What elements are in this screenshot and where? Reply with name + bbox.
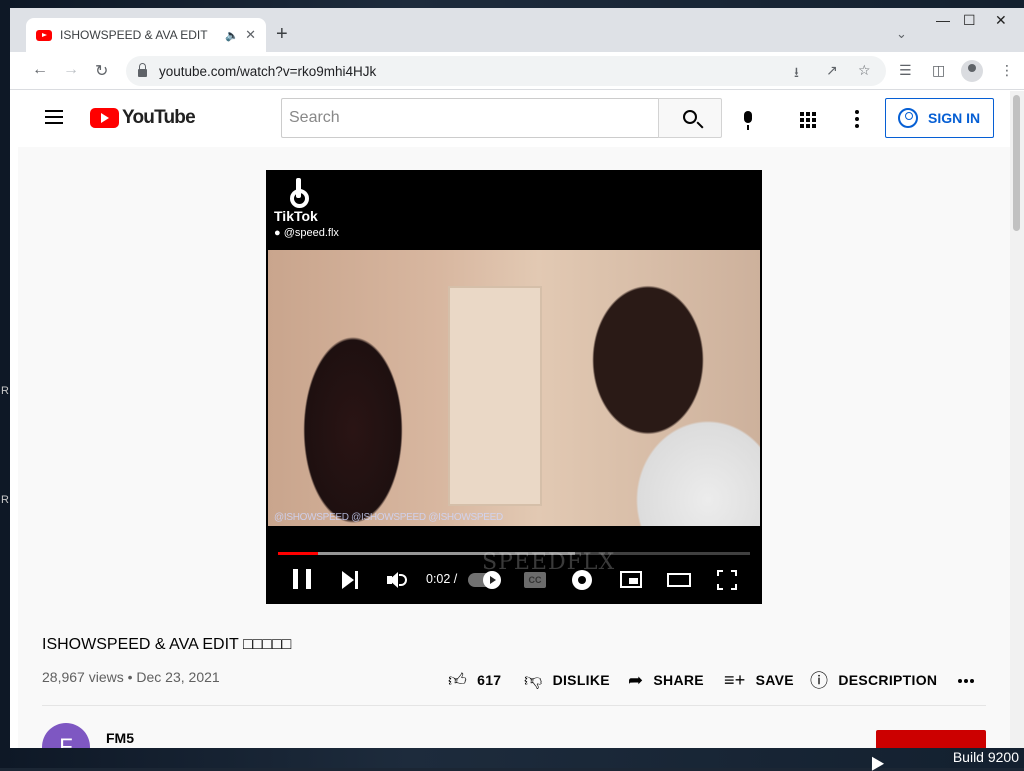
user-icon: ● [274,227,284,239]
progress-loaded [278,552,576,555]
address-bar[interactable]: youtube.com/watch?v=rko9mhi4HJk ⭳ ↗ ☆ [126,56,886,86]
video-caption-strip: @ISHOWSPEED @ISHOWSPEED @ISHOWSPEED [274,512,503,523]
side-panel-icon[interactable]: ◫ [932,62,945,79]
view-count-date: 28,967 views • Dec 23, 2021 [42,669,220,685]
like-count: 617 [477,672,502,688]
bookmark-star-icon[interactable]: ☆ [858,62,871,79]
share-page-icon[interactable]: ↗ [826,62,838,79]
reload-icon[interactable]: ↻ [95,61,108,81]
account-circle-icon [898,108,918,128]
tiktok-handle: @speed.flx [283,227,339,239]
pause-icon[interactable] [293,569,311,589]
search-input[interactable] [282,99,658,137]
install-app-icon[interactable]: ⭳ [794,62,799,86]
back-arrow-icon[interactable]: ← [32,61,48,79]
autoplay-play-icon [483,571,501,589]
sign-in-label: SIGN IN [928,110,981,126]
sign-in-button[interactable]: SIGN IN [885,98,994,138]
door-in-video [448,286,542,506]
more-actions-icon[interactable] [958,679,974,683]
channel-avatar[interactable]: F [42,723,90,748]
new-tab-icon[interactable]: + [276,23,288,46]
description-label: DESCRIPTION [838,672,938,688]
settings-kebab-icon[interactable] [855,110,859,128]
video-frame: @ISHOWSPEED @ISHOWSPEED @ISHOWSPEED [268,250,760,526]
voice-search-mic-icon[interactable] [744,111,752,130]
time-display: 0:02 / [426,572,458,586]
maximize-window-icon[interactable]: ☐ [963,12,976,29]
profile-avatar-icon[interactable] [961,60,983,82]
youtube-logo-text: YouTube [122,107,196,128]
progress-played [278,552,319,555]
tab-audio-icon[interactable]: 🔈 [225,29,239,42]
subscribe-button[interactable]: SUBSCRIBE [876,730,986,748]
search-button[interactable] [658,98,722,138]
desktop-text-fragment: R [1,494,9,506]
browser-window: ISHOWSPEED & AVA EDIT 🔈 ✕ + ⌄ — ☐ ✕ ← → … [10,8,1024,748]
playlist-add-icon: ≡+ [724,669,746,690]
tiktok-logo-icon [290,176,318,208]
search-icon [683,110,697,124]
lock-icon[interactable] [138,62,147,77]
close-window-icon[interactable]: ✕ [995,12,1007,29]
browser-tab-active[interactable]: ISHOWSPEED & AVA EDIT 🔈 ✕ [26,18,266,52]
youtube-logo[interactable]: YouTube [90,107,196,129]
youtube-page: YouTube SIGN IN TikTok ● @speed.flx [18,91,1010,748]
minimize-window-icon[interactable]: — [936,12,950,28]
next-video-icon[interactable] [342,571,360,589]
miniplayer-icon[interactable] [620,571,642,588]
save-label: SAVE [755,672,794,688]
tiktok-brand-text: TikTok [274,208,318,224]
autoplay-toggle[interactable] [468,571,501,589]
video-player[interactable]: TikTok ● @speed.flx @ISHOWSPEED @ISHOWSP… [266,170,762,604]
media-controls-icon[interactable]: ☰ [899,62,912,79]
description-button[interactable]: ⓘ DESCRIPTION [810,662,937,698]
dislike-button[interactable]: 👎︎ DISLIKE [524,662,610,698]
thumbs-up-icon: 👍︎ [448,670,468,690]
mouse-cursor-icon [865,753,885,771]
video-title: ISHOWSPEED & AVA EDIT □□□□□ [42,636,292,653]
browser-menu-icon[interactable]: ⋮ [1000,62,1014,79]
channel-name[interactable]: FM5 [106,730,134,746]
search-box[interactable] [281,98,658,138]
settings-gear-icon[interactable] [572,570,592,590]
subtitles-cc-button[interactable]: CC [524,572,546,588]
scrollbar-thumb[interactable] [1013,95,1020,231]
tab-close-icon[interactable]: ✕ [245,27,256,43]
divider [42,705,986,706]
address-url[interactable]: youtube.com/watch?v=rko9mhi4HJk [159,64,376,79]
share-button[interactable]: ➦ SHARE [628,662,704,698]
forward-arrow-icon[interactable]: → [63,61,79,79]
youtube-favicon-icon [36,29,52,41]
player-controls: 0:02 / CC [266,562,762,598]
info-circle-icon: ⓘ [810,671,829,691]
share-label: SHARE [653,672,704,688]
thumbs-down-icon: 👎︎ [524,670,543,690]
page-scrollbar[interactable] [1010,91,1024,748]
youtube-play-logo-icon [90,108,119,128]
youtube-apps-grid-icon[interactable] [800,112,816,128]
tab-strip: ISHOWSPEED & AVA EDIT 🔈 ✕ + ⌄ — ☐ ✕ [10,8,1024,52]
fullscreen-icon[interactable] [717,570,737,590]
youtube-masthead: YouTube SIGN IN [18,91,1010,147]
browser-toolbar: ← → ↻ youtube.com/watch?v=rko9mhi4HJk ⭳ … [10,52,1024,90]
dislike-label: DISLIKE [552,672,610,688]
like-button[interactable]: 👍︎ 617 [448,662,501,698]
theater-mode-icon[interactable] [667,573,691,587]
guide-menu-icon[interactable] [45,110,63,124]
desktop-text-fragment: R [1,385,9,397]
share-arrow-icon: ➦ [628,669,644,690]
tab-title: ISHOWSPEED & AVA EDIT [60,28,208,42]
tab-search-chevron-icon[interactable]: ⌄ [896,26,907,42]
progress-bar[interactable] [278,552,750,555]
save-button[interactable]: ≡+ SAVE [724,662,794,698]
tiktok-overlay: TikTok ● @speed.flx [274,176,339,239]
windows-build-label: Build 9200 [952,749,1019,765]
